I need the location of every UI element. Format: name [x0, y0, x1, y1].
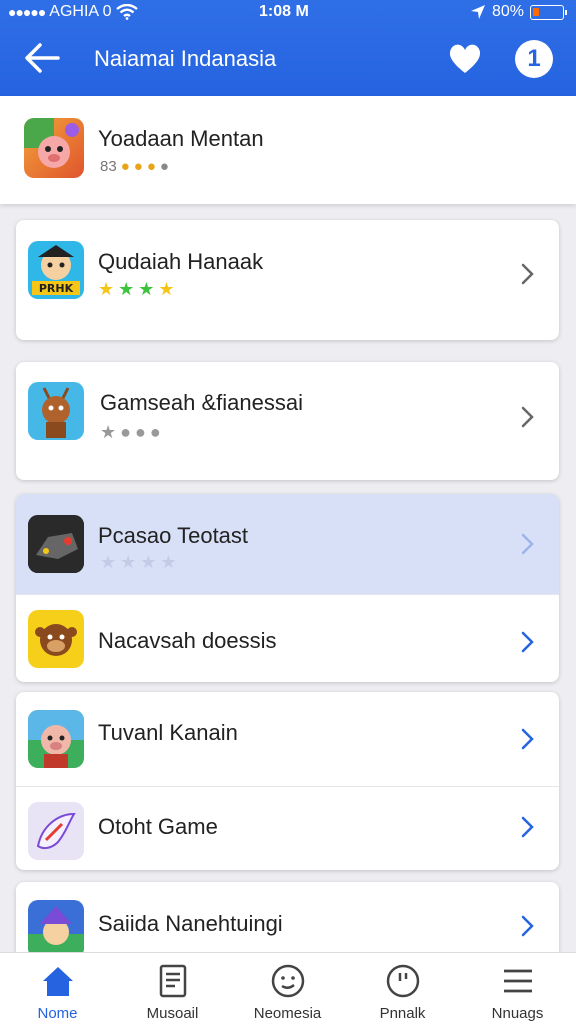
tab-home[interactable]: Nome: [0, 953, 115, 1024]
rating-label: 83: [100, 158, 117, 175]
game-card: PRHK Qudaiah Hanaak ★ ★ ★ ★: [16, 220, 559, 340]
rating-dot-icon: ●: [120, 422, 132, 442]
chevron-right-icon: [521, 816, 534, 838]
tab-musoail[interactable]: Musoail: [115, 953, 230, 1024]
tab-label: Nnuags: [491, 1005, 544, 1022]
tab-neomesia[interactable]: Neomesia: [230, 953, 345, 1024]
monkey-game-icon: [28, 610, 84, 668]
game-title: Nacavsah doessis: [98, 628, 277, 653]
game-title: Saiida Nanehtuingi: [98, 911, 283, 936]
star-icon: ★: [160, 552, 177, 572]
app-header: ●●●●● AGHIA 0 1:08 M 80% Naiamai Indanas…: [0, 0, 576, 96]
rating-dot-icon: ●: [133, 158, 143, 175]
wizard-game-icon: [28, 900, 84, 958]
menu-icon: [504, 969, 532, 993]
star-icon: ★: [120, 552, 137, 572]
tab-label: Neomesia: [253, 1005, 322, 1022]
rating-stars: ★ ★ ★ ★: [100, 552, 177, 573]
rating-dot-icon: ●: [146, 158, 156, 175]
rating-dot-icon: ●: [120, 158, 130, 175]
game-title: Gamseah &fianessai: [100, 390, 303, 415]
pig-game-icon: [28, 710, 84, 768]
chevron-right-icon: [521, 263, 534, 285]
home-icon: [43, 967, 73, 996]
star-icon: ★: [100, 422, 117, 442]
rating-stars: ★ ● ● ●: [100, 422, 161, 443]
tab-label: Pnnalk: [379, 1005, 426, 1022]
star-icon: ★: [158, 279, 175, 299]
rating-dot-icon: ●: [159, 158, 169, 175]
list-item[interactable]: Saiida Nanehtuingi: [16, 882, 559, 962]
featured-game-title: Yoadaan Mentan: [98, 126, 264, 151]
wing-game-icon: [28, 802, 84, 860]
list-item[interactable]: Gamseah &fianessai ★ ● ● ●: [16, 362, 559, 480]
chevron-right-icon: [521, 533, 534, 555]
list-item[interactable]: Tuvanl Kanain: [16, 692, 559, 786]
star-icon: ★: [138, 279, 155, 299]
game-card: Pcasao Teotast ★ ★ ★ ★ Nacavsah doessis: [16, 494, 559, 682]
pirate-game-icon: PRHK: [28, 241, 84, 299]
location-arrow-icon: [470, 5, 485, 19]
heart-icon[interactable]: [447, 40, 483, 76]
rating-stars: ★ ★ ★ ★: [98, 279, 175, 300]
list-item[interactable]: Otoht Game: [16, 786, 559, 870]
game-card: Tuvanl Kanain Otoht Game: [16, 692, 559, 870]
icon-text: PRHK: [39, 282, 74, 295]
list-item[interactable]: Nacavsah doessis: [16, 594, 559, 682]
divider: [16, 594, 559, 595]
tab-pnnalk[interactable]: Pnnalk: [345, 953, 460, 1024]
document-icon: [159, 964, 187, 998]
star-icon: ★: [100, 552, 117, 572]
list-item-selected[interactable]: Pcasao Teotast ★ ★ ★ ★: [16, 494, 559, 594]
chevron-right-icon: [521, 915, 534, 937]
battery-icon: [530, 4, 567, 20]
battery-percent: 80%: [491, 3, 524, 20]
star-icon: ★: [140, 552, 157, 572]
game-title: Tuvanl Kanain: [98, 720, 238, 745]
game-title: Otoht Game: [98, 814, 218, 839]
chevron-right-icon: [521, 631, 534, 653]
deer-game-icon: [28, 382, 84, 440]
featured-rating: 83 ● ● ● ●: [100, 158, 169, 175]
status-time: 1:08 M: [259, 3, 309, 20]
nav-bar: Naiamai Indanasia 1: [0, 32, 576, 88]
game-card: Saiida Nanehtuingi: [16, 882, 559, 962]
page-title: Naiamai Indanasia: [94, 46, 277, 71]
bottom-tab-bar: Nome Musoail Neomesia Pnnalk Nnuags: [0, 952, 576, 1024]
game-title: Pcasao Teotast: [98, 523, 249, 548]
status-bar: ●●●●● AGHIA 0 1:08 M 80%: [0, 0, 576, 26]
smiley-icon: [271, 964, 305, 998]
back-arrow-icon[interactable]: [22, 40, 62, 76]
star-icon: ★: [98, 279, 115, 299]
pig-warrior-game-icon: [24, 118, 84, 178]
tab-label: Nome: [37, 1005, 78, 1022]
featured-game-item[interactable]: Yoadaan Mentan 83 ● ● ● ●: [0, 96, 576, 204]
clock-icon: [386, 964, 420, 998]
rating-dot-icon: ●: [135, 422, 146, 442]
chevron-right-icon: [521, 406, 534, 428]
chevron-right-icon: [521, 728, 534, 750]
tab-label: Musoail: [146, 1005, 199, 1022]
wifi-icon: [115, 4, 138, 20]
star-icon: ★: [118, 279, 135, 299]
game-card: Gamseah &fianessai ★ ● ● ●: [16, 362, 559, 480]
controller-game-icon: [28, 515, 84, 573]
signal-icon: ●●●●●: [8, 4, 46, 20]
carrier-label: AGHIA 0: [49, 3, 112, 20]
game-title: Qudaiah Hanaak: [98, 249, 264, 274]
tab-nnuags[interactable]: Nnuags: [460, 953, 575, 1024]
rating-dot-icon: ●: [149, 422, 161, 442]
notification-badge[interactable]: 1: [515, 40, 553, 78]
list-item[interactable]: PRHK Qudaiah Hanaak ★ ★ ★ ★: [16, 220, 559, 340]
